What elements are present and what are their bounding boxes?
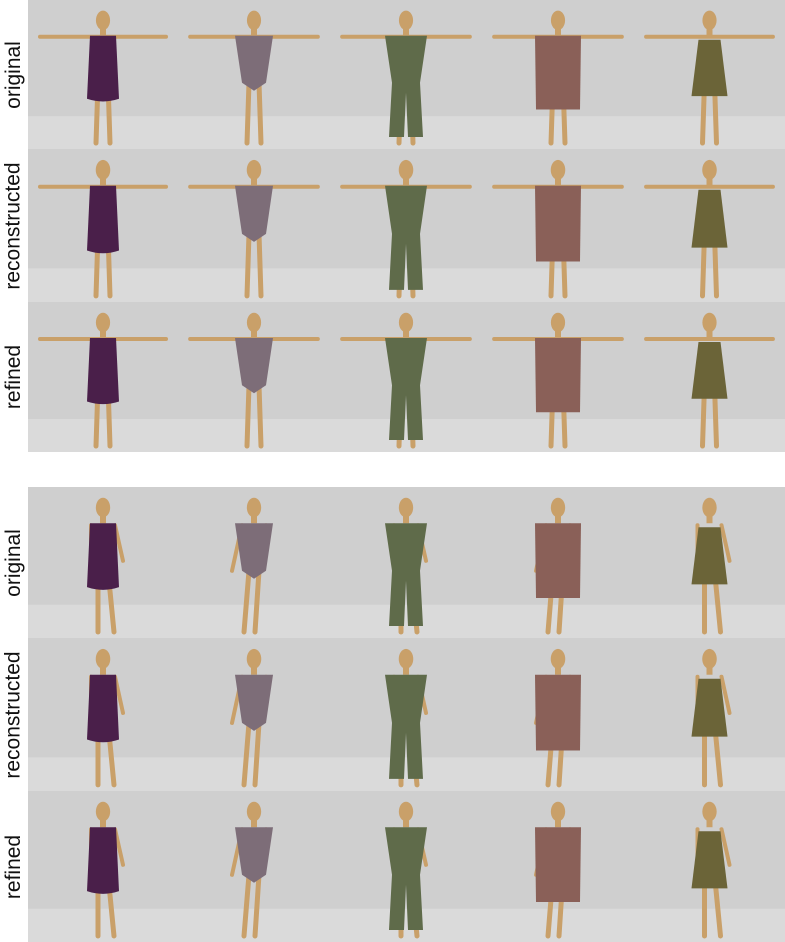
render-image — [178, 791, 330, 942]
render-long-sleeve-dress — [482, 149, 634, 302]
render-long-sleeve-dress — [482, 487, 634, 638]
render-image — [482, 638, 634, 791]
sleeveless-dress-garment — [87, 523, 119, 590]
render-bodysuit — [178, 638, 330, 791]
row-label-text: reconstructed — [2, 161, 26, 290]
render-long-sleeve-dress — [482, 791, 634, 942]
row-label-text: original — [2, 528, 25, 597]
render-jumpsuit — [330, 302, 482, 452]
render-jumpsuit — [330, 0, 482, 149]
render-image — [178, 638, 330, 791]
row-label: reconstructed — [0, 638, 28, 791]
sleeveless-dress-garment — [87, 35, 119, 102]
tpose-row-reconstructed: reconstructed — [0, 149, 785, 302]
long-sleeve-dress-garment — [535, 827, 581, 902]
tpose-row-refined: refined — [0, 302, 785, 452]
render-image — [330, 638, 482, 791]
row-label: refined — [0, 791, 28, 942]
render-jumpsuit — [330, 791, 482, 942]
long-sleeve-dress-garment — [535, 523, 581, 598]
render-image — [330, 149, 482, 302]
posed-panel: original reconstructed refined — [0, 487, 785, 942]
render-image — [28, 302, 178, 452]
posed-row-reconstructed: reconstructed — [0, 638, 785, 791]
tpose-panel: original reconstructed refined — [0, 0, 785, 452]
render-image — [634, 0, 785, 149]
row-label: original — [0, 487, 28, 638]
render-image — [178, 487, 330, 638]
sleeveless-dress-garment — [87, 338, 119, 405]
render-sleeveless-dress — [28, 487, 178, 638]
render-sleeveless-dress — [28, 791, 178, 942]
render-long-sleeve-dress — [482, 638, 634, 791]
render-image — [330, 0, 482, 149]
render-bodysuit — [178, 487, 330, 638]
render-jumpsuit — [330, 638, 482, 791]
render-bodysuit — [178, 791, 330, 942]
posed-row-original: original — [0, 487, 785, 638]
render-image — [330, 487, 482, 638]
render-jumpsuit — [330, 149, 482, 302]
render-strap-dress — [634, 791, 785, 942]
render-bodysuit — [178, 302, 330, 452]
render-image — [634, 149, 785, 302]
render-image — [28, 487, 178, 638]
render-image — [178, 0, 330, 149]
long-sleeve-dress-garment — [535, 185, 581, 262]
render-sleeveless-dress — [28, 302, 178, 452]
render-image — [482, 487, 634, 638]
long-sleeve-dress-garment — [535, 35, 581, 110]
render-sleeveless-dress — [28, 638, 178, 791]
render-image — [28, 638, 178, 791]
tpose-row-original: original — [0, 0, 785, 149]
render-image — [634, 487, 785, 638]
render-long-sleeve-dress — [482, 302, 634, 452]
render-strap-dress — [634, 487, 785, 638]
long-sleeve-dress-garment — [535, 338, 581, 413]
row-label: original — [0, 0, 28, 149]
render-long-sleeve-dress — [482, 0, 634, 149]
posed-row-refined: refined — [0, 791, 785, 942]
row-label-text: reconstructed — [2, 650, 26, 779]
render-image — [634, 791, 785, 942]
sleeveless-dress-garment — [87, 827, 119, 894]
render-image — [178, 149, 330, 302]
render-strap-dress — [634, 638, 785, 791]
row-label-text: refined — [2, 834, 25, 899]
sleeveless-dress-garment — [87, 674, 119, 743]
render-image — [330, 791, 482, 942]
sleeveless-dress-garment — [87, 185, 119, 254]
render-image — [482, 0, 634, 149]
row-label: refined — [0, 302, 28, 452]
render-image — [28, 149, 178, 302]
render-image — [482, 149, 634, 302]
render-jumpsuit — [330, 487, 482, 638]
render-image — [28, 0, 178, 149]
render-image — [178, 302, 330, 452]
render-strap-dress — [634, 0, 785, 149]
render-strap-dress — [634, 149, 785, 302]
render-image — [634, 638, 785, 791]
render-image — [28, 791, 178, 942]
render-bodysuit — [178, 0, 330, 149]
render-sleeveless-dress — [28, 0, 178, 149]
long-sleeve-dress-garment — [535, 674, 581, 751]
render-image — [330, 302, 482, 452]
panel-gap — [0, 452, 785, 487]
render-image — [634, 302, 785, 452]
row-label-text: original — [2, 40, 25, 109]
row-label: reconstructed — [0, 149, 28, 302]
row-label-text: refined — [2, 344, 25, 410]
render-bodysuit — [178, 149, 330, 302]
render-strap-dress — [634, 302, 785, 452]
render-sleeveless-dress — [28, 149, 178, 302]
render-image — [482, 302, 634, 452]
render-image — [482, 791, 634, 942]
